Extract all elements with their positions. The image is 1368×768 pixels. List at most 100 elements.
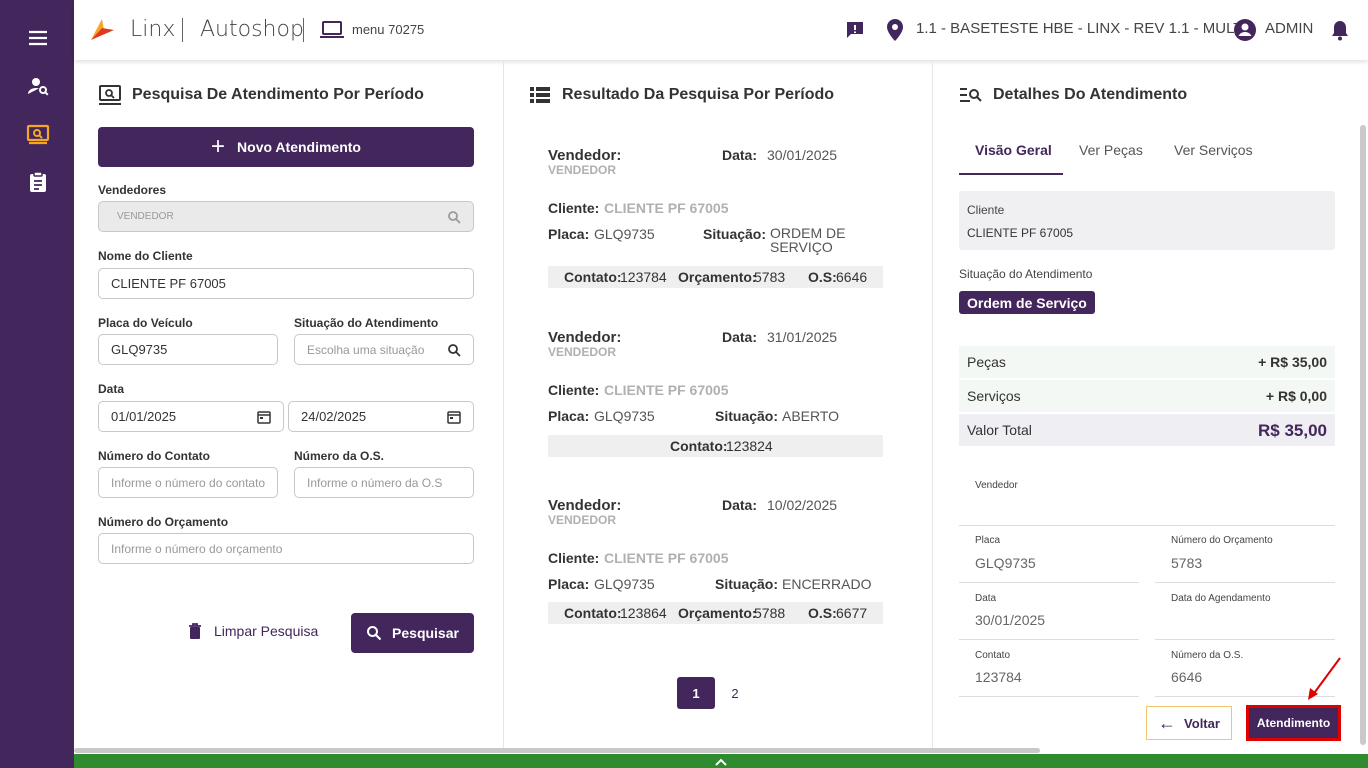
search-icon [367,626,382,641]
pecas-row: Peças + R$ 35,00 [959,346,1335,378]
placa-label: Placa: [548,408,590,424]
orcamento-input[interactable]: Informe o número do orçamento [98,533,474,564]
situacao-select[interactable]: Escolha uma situação [294,334,474,365]
data-fim-input[interactable]: 24/02/2025 [288,401,474,432]
account-icon[interactable] [1234,19,1256,41]
store-label[interactable]: 1.1 - BASETESTE HBE - LINX - REV 1.1 - M… [916,20,1242,37]
footer-bar [74,754,1368,768]
cliente-value: CLIENTE PF 67005 [111,276,226,291]
annotation-arrow-icon [1308,657,1341,700]
cliente-box: Cliente CLIENTE PF 67005 [959,191,1335,250]
os-label: O.S: [808,269,837,285]
tab-visao-geral[interactable]: Visão Geral [975,142,1052,158]
user-name[interactable]: ADMIN [1265,20,1313,37]
data-value: 10/02/2025 [767,497,838,513]
atendimento-button[interactable]: Atendimento [1246,705,1341,741]
page-2-button[interactable]: 2 [724,677,746,709]
cliente-label: Cliente [967,203,1005,217]
num-orcamento-value: 5783 [1171,555,1203,571]
orcamento-label: Orçamento: [678,605,757,621]
clear-search-button[interactable]: Limpar Pesquisa [188,622,318,640]
total-label: Valor Total [967,422,1032,438]
situacao-placeholder: Escolha uma situação [307,342,425,357]
contato-label: Número do Contato [98,449,210,463]
detail-divider [959,696,1139,697]
detail-divider [959,582,1139,583]
contato-input[interactable]: Informe o número do contato [98,467,278,498]
data-inicio-value: 01/01/2025 [111,409,177,424]
top-bar: Linx Autoshop menu 70275 1.1 - BASETESTE… [74,0,1368,60]
total-value: R$ 35,00 [1258,421,1327,440]
cliente-label: Cliente: [548,382,600,398]
num-os-value: 6646 [1171,669,1203,685]
vendedor-label: Vendedor [975,480,1018,491]
placa-value: GLQ9735 [975,555,1036,571]
cliente-label: Cliente: [548,200,600,216]
brand-autoshop: Autoshop [200,17,304,42]
situacao-label: Situação do Atendimento [294,316,439,330]
result-card[interactable]: Vendedor: VENDEDOR Data: 31/01/2025 Clie… [548,327,883,462]
menu-icon[interactable] [25,25,51,51]
os-label: Número da O.S. [294,449,385,463]
results-panel-title: Resultado Da Pesquisa Por Período [562,86,835,103]
cliente-value: CLIENTE PF 67005 [967,226,1074,240]
os-input[interactable]: Informe o número da O.S [294,467,474,498]
os-placeholder: Informe o número da O.S [307,475,443,490]
calendar-icon[interactable] [257,410,271,424]
horizontal-scrollbar[interactable] [74,748,1040,753]
cliente-value: CLIENTE PF 67005 [604,550,729,566]
search-button[interactable]: Pesquisar [351,613,474,653]
page-1-button[interactable]: 1 [677,677,715,709]
data-label: Data: [722,329,758,345]
brand-linx: Linx [130,17,176,42]
tab-ver-servicos[interactable]: Ver Serviços [1174,142,1253,158]
user-search-icon[interactable] [25,73,51,99]
search-button-label: Pesquisar [392,625,459,641]
trash-icon [189,623,201,639]
os-value: 6646 [836,269,868,285]
data-agendamento-label: Data do Agendamento [1171,593,1271,604]
placa-value: GLQ9735 [594,576,655,592]
details-search-icon [960,88,982,102]
result-card[interactable]: Vendedor: VENDEDOR Data: 30/01/2025 Clie… [548,145,883,290]
screen-search-icon[interactable] [25,122,51,148]
data-value: 30/01/2025 [767,147,838,163]
active-tab-indicator [959,173,1063,175]
search-icon [448,211,461,224]
linx-logo [91,19,114,40]
back-button-label: Voltar [1184,715,1220,731]
clear-search-label: Limpar Pesquisa [214,623,319,639]
result-card[interactable]: Vendedor: VENDEDOR Data: 10/02/2025 Clie… [548,495,883,630]
cliente-value: CLIENTE PF 67005 [604,382,729,398]
detail-divider [959,525,1335,526]
tab-ver-pecas[interactable]: Ver Peças [1079,142,1143,158]
orcamento-label: Orçamento: [678,269,757,285]
detail-divider [1155,639,1335,640]
back-button[interactable]: ← Voltar [1146,706,1232,740]
bell-icon[interactable] [1331,19,1349,41]
data-label: Data: [722,147,758,163]
cliente-input[interactable]: CLIENTE PF 67005 [98,268,474,299]
servicos-value: + R$ 0,00 [1265,388,1327,404]
feedback-icon[interactable] [845,20,865,40]
calendar-icon[interactable] [447,410,461,424]
cliente-value: CLIENTE PF 67005 [604,200,729,216]
chevron-up-icon[interactable] [714,757,728,767]
total-row: Valor Total R$ 35,00 [959,414,1335,446]
orcamento-placeholder: Informe o número do orçamento [111,541,283,556]
status-badge: Ordem de Serviço [959,291,1095,314]
situacao-label: Situação do Atendimento [959,267,1093,281]
data-inicio-input[interactable]: 01/01/2025 [98,401,284,432]
cliente-label: Cliente: [548,550,600,566]
clipboard-icon[interactable] [25,169,51,195]
vertical-scrollbar[interactable] [1360,125,1366,745]
panel-divider [932,60,933,750]
sidebar [0,0,74,768]
new-atendimento-button[interactable]: + Novo Atendimento [98,127,474,167]
num-orcamento-label: Número do Orçamento [1171,535,1273,546]
vendedores-select[interactable]: VENDEDOR [98,201,474,232]
new-atendimento-label: Novo Atendimento [237,139,361,155]
placa-label: Placa do Veículo [98,316,193,330]
placa-input[interactable]: GLQ9735 [98,334,278,365]
contato-value: 123864 [620,605,667,621]
